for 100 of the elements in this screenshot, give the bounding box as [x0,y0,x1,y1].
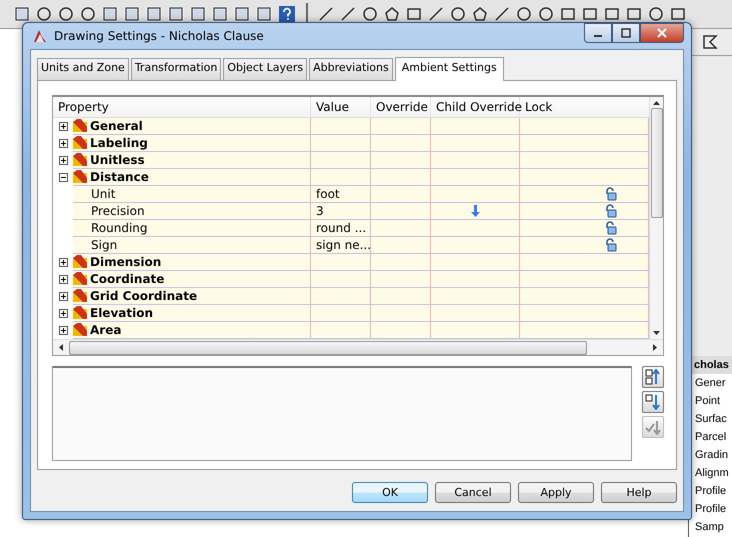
property-value[interactable]: foot [311,186,371,203]
category-label[interactable]: Distance [90,170,149,184]
circle-tool-icon[interactable] [648,6,664,22]
padlock-icon[interactable] [604,204,618,218]
column-header[interactable]: Lock [520,97,649,117]
line-tool-icon[interactable] [340,6,356,22]
polygon-tool-icon[interactable] [384,6,400,22]
tree-item[interactable]: Profile [689,482,732,500]
category-label[interactable]: Grid Coordinate [90,289,198,303]
square-tool-icon[interactable] [190,6,206,22]
square-tool-icon[interactable] [14,6,30,22]
square-tool-icon[interactable] [102,6,118,22]
panel-title: cholas [689,356,732,374]
column-header[interactable]: Override [371,97,431,117]
property-value[interactable]: round ... [311,220,371,237]
square-tool-icon[interactable] [168,6,184,22]
square-tool-icon[interactable] [582,6,598,22]
help-icon[interactable] [278,5,296,23]
padlock-icon[interactable] [604,238,618,252]
column-header[interactable]: Child Override [431,97,520,117]
square-tool-icon[interactable] [256,6,272,22]
scroll-left-arrow-icon[interactable] [59,344,63,351]
square-tool-icon[interactable] [212,6,228,22]
circle-tool-icon[interactable] [58,6,74,22]
dialog-button[interactable]: Help [601,482,677,503]
square-tool-icon[interactable] [124,6,140,22]
dialog-button[interactable]: OK [352,482,428,503]
property-name[interactable]: Sign [73,237,311,254]
tree-item[interactable]: Parcel [689,428,732,446]
tab[interactable]: Transformation [130,58,222,80]
tree-item[interactable]: Alignm [689,464,732,482]
circle-tool-icon[interactable] [538,6,554,22]
circle-tool-icon[interactable] [450,6,466,22]
expander-icon[interactable] [58,292,68,301]
property-name[interactable]: Unit [73,186,311,203]
property-value[interactable]: sign ne... [311,237,371,254]
expander-icon[interactable] [58,326,68,335]
square-tool-icon[interactable] [234,6,250,22]
circle-tool-icon[interactable] [362,6,378,22]
circle-tool-icon[interactable] [516,6,532,22]
tab[interactable]: Ambient Settings [394,57,504,81]
window-title: Drawing Settings - Nicholas Clause [54,29,264,43]
tab[interactable]: Units and Zone [37,58,129,80]
tree-item[interactable]: Samp [689,518,732,536]
scroll-right-arrow-icon[interactable] [653,344,657,351]
expand-all-button[interactable] [642,366,664,388]
vertical-scrollbar[interactable] [649,97,663,339]
expander-icon[interactable] [58,122,68,131]
minimize-button[interactable] [584,23,612,43]
expander-icon[interactable] [58,275,68,284]
maximize-button[interactable] [612,23,640,43]
tree-item[interactable]: Gradin [689,446,732,464]
square-tool-icon[interactable] [146,6,162,22]
line-tool-icon[interactable] [494,6,510,22]
flag-icon[interactable] [702,34,718,50]
square-tool-icon[interactable] [560,6,576,22]
category-label[interactable]: Coordinate [90,272,164,286]
tree-item[interactable]: Surfac [689,410,732,428]
category-folder-icon [73,136,87,150]
tab[interactable]: Abbreviations [309,58,393,80]
tree-item[interactable]: Gener [689,374,732,392]
expander-icon[interactable] [58,258,68,267]
category-label[interactable]: Labeling [90,136,148,150]
circle-tool-icon[interactable] [36,6,52,22]
tree-item[interactable]: Profile [689,500,732,518]
scroll-up-arrow-icon[interactable] [653,101,660,105]
padlock-icon[interactable] [604,221,618,235]
circle-tool-icon[interactable] [80,6,96,22]
dialog-button[interactable]: Cancel [435,482,511,503]
expander-icon[interactable] [58,309,68,318]
expander-icon[interactable] [58,156,68,165]
expander-icon[interactable] [58,173,68,182]
tab[interactable]: Object Layers [223,58,308,80]
square-tool-icon[interactable] [406,6,422,22]
line-tool-icon[interactable] [428,6,444,22]
property-name[interactable]: Precision [73,203,311,220]
square-tool-icon[interactable] [670,6,686,22]
dialog-button[interactable]: Apply [518,482,594,503]
square-tool-icon[interactable] [604,6,620,22]
property-value[interactable]: 3 [311,203,371,220]
horizontal-scrollbar[interactable] [53,339,663,355]
polygon-tool-icon[interactable] [472,6,488,22]
close-button[interactable] [640,23,684,43]
column-header[interactable]: Value [311,97,371,117]
padlock-icon[interactable] [604,187,618,201]
column-header[interactable]: Property [53,97,311,117]
category-label[interactable]: Unitless [90,153,145,167]
close-icon [657,28,667,38]
square-tool-icon[interactable] [626,6,642,22]
category-folder-icon [73,323,87,337]
category-label[interactable]: Area [90,323,122,337]
tree-item[interactable]: Point [689,392,732,410]
category-label[interactable]: General [90,119,143,133]
category-label[interactable]: Elevation [90,306,154,320]
expander-icon[interactable] [58,139,68,148]
property-name[interactable]: Rounding [73,220,311,237]
collapse-all-button[interactable] [642,391,664,413]
scroll-down-arrow-icon[interactable] [653,331,660,335]
category-label[interactable]: Dimension [90,255,162,269]
line-tool-icon[interactable] [318,6,334,22]
